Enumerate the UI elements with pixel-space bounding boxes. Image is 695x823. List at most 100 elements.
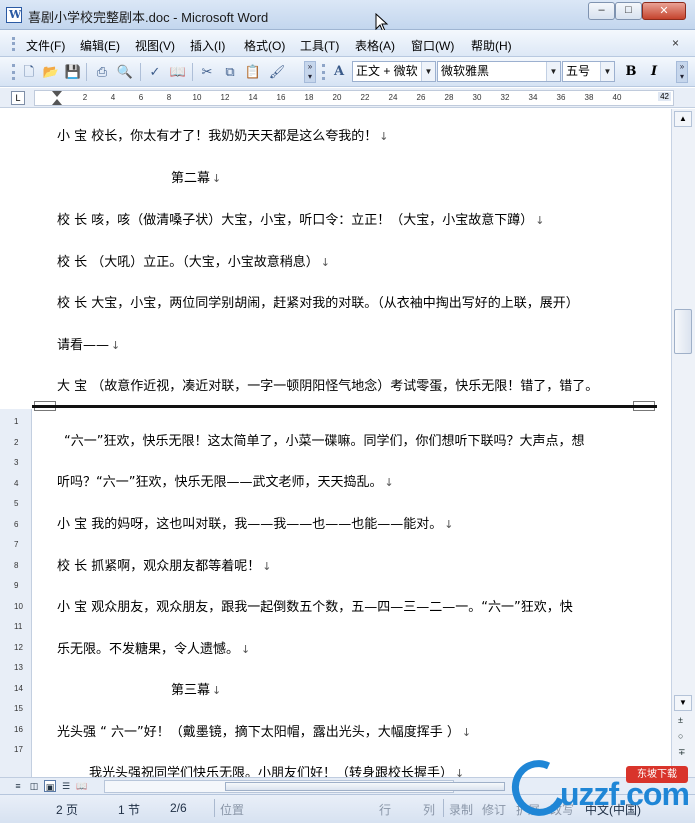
- outline-view-icon[interactable]: ☰: [60, 780, 72, 792]
- font-combobox[interactable]: 微软雅黑 ▼: [437, 61, 561, 82]
- vertical-ruler-tick-label: 5: [14, 499, 19, 508]
- text-line[interactable]: 校 长 咳，咳（做清嗓子状）大宝，小宝，听口令：立正！（大宝，小宝故意下蹲） ↓: [57, 209, 544, 228]
- chevron-down-icon[interactable]: ▼: [600, 62, 614, 81]
- formatting-options-icon[interactable]: » ▾: [676, 61, 688, 83]
- ruler-tick-label: 16: [276, 93, 286, 102]
- font-size-combobox[interactable]: 五号 ▼: [562, 61, 615, 82]
- font-value: 微软雅黑: [441, 64, 490, 78]
- text-line[interactable]: 小 宝 观众朋友，观众朋友，跟我一起倒数五个数，五—四—三—二—一。“六一”狂欢…: [57, 596, 573, 615]
- research-icon[interactable]: 📖: [169, 63, 187, 81]
- vertical-ruler[interactable]: 1 2 3 4 5 6 7 8 9 10 11 12 13 14 15 16 17: [0, 409, 32, 777]
- word-app-icon[interactable]: [6, 7, 22, 23]
- menu-table[interactable]: 表格(A): [355, 37, 395, 54]
- formatting-toolbar-grip[interactable]: [322, 64, 325, 80]
- menu-insert[interactable]: 插入(I): [190, 37, 225, 54]
- text-line[interactable]: 听吗？“六一”狂欢，快乐无限——武文老师，天天捣乱。 ↓: [57, 471, 394, 490]
- hanging-indent-marker[interactable]: [52, 99, 62, 105]
- ruler-tick-label: 32: [500, 93, 510, 102]
- ruler-end-value: 42: [658, 92, 671, 101]
- font-size-value: 五号: [566, 64, 591, 78]
- paste-icon[interactable]: 📋: [244, 63, 262, 81]
- text-line[interactable]: 小 宝 校长，你太有才了！我奶奶天天都是这么夸我的！ ↓: [57, 125, 388, 144]
- horizontal-ruler[interactable]: 42 2 4 6 8 10 12 14 16 18 20 22 24 26 28 30 32 34 36 38 40: [34, 90, 674, 106]
- spelling-icon[interactable]: ✓: [146, 63, 164, 81]
- menu-tools[interactable]: 工具(T): [300, 37, 339, 54]
- reading-layout-view-icon[interactable]: 📖: [76, 780, 88, 792]
- horizontal-ruler-bar: L 42 2 4 6 8 10 12 14 16 18 20 22 24 26 28 30 32 34 36 38 4…: [0, 88, 695, 108]
- ruler-tick-label: 38: [584, 93, 594, 102]
- status-record[interactable]: 录制: [449, 801, 473, 818]
- vertical-ruler-tick-label: 17: [14, 745, 23, 754]
- logo-tag: 东坡下载: [626, 766, 688, 783]
- save-icon[interactable]: 💾: [64, 63, 82, 81]
- menu-view[interactable]: 视图(V): [135, 37, 175, 54]
- toolbar-options-icon[interactable]: » ▾: [304, 61, 316, 83]
- document-area[interactable]: 1 2 3 4 5 6 7 8 9 10 11 12 13 14 15 16 17 小 宝 校长，你太有才了！我…: [0, 109, 671, 777]
- text-line[interactable]: 请看—— ↓: [57, 334, 120, 353]
- new-document-icon[interactable]: 🗋: [20, 63, 38, 81]
- ruler-tick-label: 6: [138, 93, 144, 102]
- menu-window[interactable]: 窗口(W): [411, 37, 454, 54]
- scroll-thumb[interactable]: [674, 309, 692, 354]
- status-column: 列: [423, 803, 436, 817]
- maximize-icon: □: [625, 4, 632, 16]
- text-line[interactable]: 校 长 大宝，小宝，两位同学别胡闹，赶紧对我的对联。（从衣袖中掏出写好的上联，展…: [57, 292, 579, 311]
- text-line[interactable]: 大 宝 （故意作近视，凑近对联，一字一顿阴阳怪气地念）考试零蛋，快乐无限！错了，…: [57, 375, 598, 394]
- bold-button[interactable]: B: [622, 63, 640, 81]
- document-close-icon[interactable]: ×: [672, 36, 679, 50]
- next-page-icon[interactable]: ∓: [678, 747, 686, 758]
- normal-view-icon[interactable]: ≡: [12, 780, 24, 792]
- vertical-ruler-tick-label: 7: [14, 540, 19, 549]
- text-line[interactable]: 校 长 抓紧啊，观众朋友都等着呢！ ↓: [57, 555, 271, 574]
- open-folder-icon[interactable]: 📂: [42, 63, 60, 81]
- format-painter-icon[interactable]: 🖌: [268, 63, 286, 81]
- minimize-button[interactable]: –: [588, 2, 615, 20]
- italic-button[interactable]: I: [645, 63, 663, 81]
- scene-heading[interactable]: 第二幕 ↓: [171, 167, 221, 186]
- menu-format[interactable]: 格式(O): [244, 37, 285, 54]
- vertical-ruler-tick-label: 3: [14, 458, 19, 467]
- menu-edit[interactable]: 编辑(E): [80, 37, 120, 54]
- menu-help[interactable]: 帮助(H): [471, 37, 512, 54]
- scroll-down-icon[interactable]: ▼: [674, 695, 692, 711]
- text-line[interactable]: 我光头强祝同学们快乐无限。小朋友们好！（转身跟校长握手） ↓: [89, 762, 464, 777]
- minimize-icon: –: [598, 4, 605, 16]
- chevron-down-icon[interactable]: ▼: [421, 62, 435, 81]
- scene-heading[interactable]: 第三幕 ↓: [171, 679, 221, 698]
- horizontal-scrollbar[interactable]: [104, 780, 505, 793]
- chevron-down-icon[interactable]: ▼: [546, 62, 560, 81]
- ruler-tick-label: 34: [528, 93, 538, 102]
- scroll-up-icon[interactable]: ▲: [674, 111, 692, 127]
- print-icon[interactable]: ⎙: [93, 63, 111, 81]
- first-line-indent-marker[interactable]: [52, 91, 62, 97]
- text-line[interactable]: 光头强 “ 六一”好！（戴墨镜，摘下太阳帽，露出光头，大幅度挥手 ） ↓: [57, 721, 471, 740]
- status-revise[interactable]: 修订: [482, 801, 506, 818]
- text-line[interactable]: “六一”狂欢，快乐无限！这太简单了，小菜一碟嘛。同学们，你们想听下联吗？大声点，…: [64, 430, 584, 449]
- vertical-ruler-tick-label: 1: [14, 417, 19, 426]
- ruler-tick-label: 24: [388, 93, 398, 102]
- text-line[interactable]: 校 长 （大吼）立正。（大宝，小宝故意稍息） ↓: [57, 251, 330, 270]
- vertical-scrollbar[interactable]: ▲ ▼ ± ○ ∓: [671, 109, 695, 777]
- horizontal-scroll-thumb[interactable]: [225, 782, 505, 791]
- styles-formatting-icon[interactable]: A: [330, 63, 348, 81]
- maximize-button[interactable]: □: [615, 2, 642, 20]
- select-browse-object-icon[interactable]: ○: [678, 731, 683, 741]
- text-line[interactable]: 乐无限。不发糖果，令人遗憾。 ↓: [57, 638, 250, 657]
- menu-grip-handle[interactable]: [12, 37, 15, 51]
- print-preview-icon[interactable]: 🔍: [116, 63, 134, 81]
- tab-selector-icon[interactable]: L: [11, 91, 25, 105]
- text-line[interactable]: 小 宝 我的妈呀，这也叫对联，我——我——也——也能——能对。 ↓: [57, 513, 453, 532]
- copy-icon[interactable]: ⧉: [221, 63, 239, 81]
- previous-page-icon[interactable]: ±: [678, 715, 683, 725]
- ruler-tick-label: 2: [82, 93, 88, 102]
- web-layout-view-icon[interactable]: ◫: [28, 780, 40, 792]
- menu-file[interactable]: 文件(F): [26, 37, 65, 54]
- print-layout-view-icon[interactable]: ▣: [44, 780, 56, 792]
- cut-icon[interactable]: ✂: [198, 63, 216, 81]
- close-button[interactable]: ✕: [642, 2, 686, 20]
- standard-toolbar-grip[interactable]: [12, 64, 15, 80]
- window-title: 喜剧小学校完整剧本.doc - Microsoft Word: [28, 10, 269, 25]
- ruler-tick-label: 12: [220, 93, 230, 102]
- ruler-tick-label: 4: [110, 93, 116, 102]
- style-combobox[interactable]: 正文 + 微软 ▼: [352, 61, 436, 82]
